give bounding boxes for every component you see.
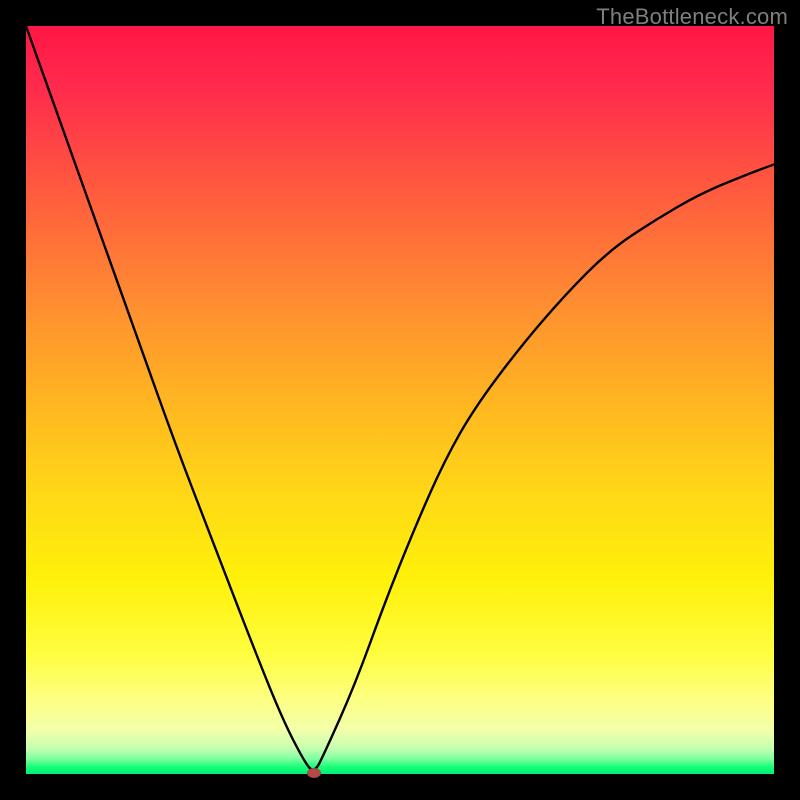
watermark-text: TheBottleneck.com	[596, 4, 788, 30]
optimum-marker	[307, 768, 321, 778]
plot-area	[26, 26, 774, 774]
chart-frame: TheBottleneck.com	[0, 0, 800, 800]
bottleneck-curve	[26, 26, 774, 774]
curve-path	[26, 26, 774, 770]
